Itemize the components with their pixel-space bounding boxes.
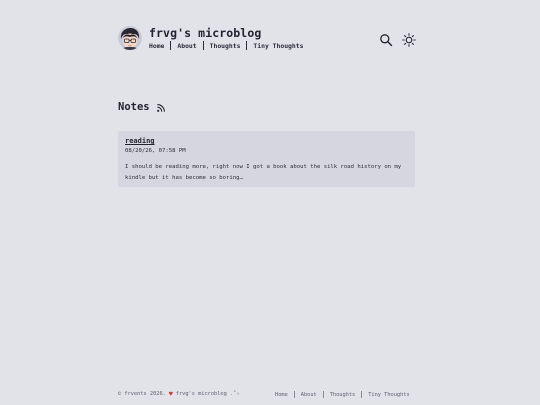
nav-divider [170, 41, 172, 50]
note-date: 08/20/26, 07:58 PM [125, 148, 186, 154]
header-actions [379, 32, 416, 47]
sun-icon[interactable] [402, 32, 416, 47]
nav-thoughts[interactable]: Thoughts [210, 42, 241, 50]
avatar[interactable] [118, 26, 142, 50]
footer-copyright: © frvents 2026. [118, 391, 166, 397]
section-header: Notes [118, 97, 165, 116]
footer-nav-about[interactable]: About [301, 392, 317, 398]
page-title: Notes [118, 100, 150, 113]
note-title[interactable]: reading [125, 137, 155, 145]
rss-icon[interactable] [156, 97, 165, 116]
note-card[interactable]: reading 08/20/26, 07:58 PM I should be r… [118, 131, 415, 187]
main-nav: Home About Thoughts Tiny Thoughts [149, 41, 303, 50]
note-body: I should be reading more, right now I go… [125, 164, 402, 181]
heart-icon: ♥ [168, 390, 173, 398]
nav-about[interactable]: About [177, 42, 196, 50]
footer-tagline: frvg's microblog .˚✧ [175, 391, 240, 397]
footer-credits: © frvents 2026. ♥ frvg's microblog .˚✧ [118, 390, 240, 398]
search-icon[interactable] [379, 32, 393, 47]
footer-nav: Home About Thoughts Tiny Thoughts [275, 391, 410, 398]
footer-nav-tiny-thoughts[interactable]: Tiny Thoughts [368, 392, 409, 398]
site-title[interactable]: frvg's microblog [149, 26, 261, 40]
footer-divider [322, 391, 324, 398]
page: frvg's microblog Home About Thoughts Tin… [0, 0, 540, 405]
site-header: frvg's microblog Home About Thoughts Tin… [118, 26, 418, 52]
footer-divider [293, 391, 295, 398]
nav-divider [202, 41, 204, 50]
nav-tiny-thoughts[interactable]: Tiny Thoughts [253, 42, 303, 50]
footer-divider [361, 391, 363, 398]
footer-nav-home[interactable]: Home [275, 392, 288, 398]
nav-divider [246, 41, 248, 50]
footer-nav-thoughts[interactable]: Thoughts [330, 392, 356, 398]
nav-home[interactable]: Home [149, 42, 164, 50]
